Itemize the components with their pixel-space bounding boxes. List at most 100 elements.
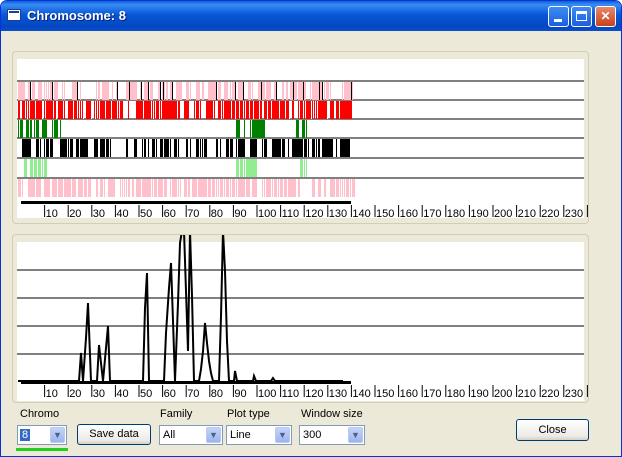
track-plot[interactable]: 10 20 30 40 50 60 70 80 90 100 110 120 130 140 150 160 1… xyxy=(13,52,607,223)
track-segment xyxy=(50,139,52,157)
track-segment xyxy=(170,139,171,157)
track-segment xyxy=(62,179,63,197)
track-segment xyxy=(344,179,345,197)
close-icon: ✕ xyxy=(600,9,611,23)
track-segment xyxy=(348,179,349,197)
track-segment xyxy=(244,179,245,197)
track-segment xyxy=(108,139,109,157)
chevron-down-icon[interactable]: ▼ xyxy=(275,427,290,443)
close-window-button[interactable]: ✕ xyxy=(595,6,616,27)
family-select[interactable]: All ▼ xyxy=(159,425,223,445)
track-segment xyxy=(226,179,229,197)
track-segment xyxy=(60,101,63,119)
track-segment xyxy=(112,101,114,119)
x-tick-label: 70 xyxy=(187,208,199,220)
maximize-button[interactable] xyxy=(571,6,592,27)
chevron-down-icon[interactable]: ▼ xyxy=(206,427,221,443)
x-tick-label: 80 xyxy=(211,388,223,400)
track-segment xyxy=(282,82,284,100)
track-segment xyxy=(160,82,161,100)
x-tick-label: 40 xyxy=(116,388,128,400)
track-segment xyxy=(46,139,49,157)
x-tick-label: 220 xyxy=(541,208,559,220)
track-segment xyxy=(248,179,250,197)
chevron-down-icon[interactable]: ▼ xyxy=(50,427,65,443)
save-data-button[interactable]: Save data xyxy=(77,424,151,445)
track-segment xyxy=(102,101,104,119)
track-segment xyxy=(156,101,158,119)
track-segment xyxy=(96,179,98,197)
track-segment xyxy=(154,179,157,197)
track-segment xyxy=(228,101,230,119)
track-segment xyxy=(166,139,168,157)
track-segment xyxy=(186,139,188,157)
x-tick-label: 70 xyxy=(187,388,199,400)
track-segment xyxy=(226,139,229,157)
track-segment xyxy=(164,82,165,100)
track-segment xyxy=(319,82,320,100)
track-segment xyxy=(122,179,123,197)
track-segment xyxy=(292,179,294,197)
track-segment xyxy=(220,139,221,157)
track-segment xyxy=(314,82,316,100)
track-segment xyxy=(344,139,346,157)
window-size-select[interactable]: 300 ▼ xyxy=(299,425,365,445)
density-plot[interactable]: 10 20 30 40 50 60 70 80 90 100 110 120 130 140 150 160 1… xyxy=(13,230,607,402)
track-segment xyxy=(192,179,194,197)
track-segment xyxy=(141,82,142,100)
track-segment xyxy=(48,101,50,119)
track-segment xyxy=(328,139,330,157)
track-segment xyxy=(152,179,153,197)
track-segment xyxy=(180,82,182,100)
track-segment xyxy=(18,82,20,100)
track-segment xyxy=(243,82,244,100)
track-segment xyxy=(256,120,258,138)
x-tick-label: 130 xyxy=(329,208,347,220)
x-tick-label: 10 xyxy=(46,388,58,400)
track-segment xyxy=(286,82,288,100)
track-segment xyxy=(351,82,352,100)
track-segment xyxy=(18,101,20,119)
track-segment xyxy=(78,179,80,197)
track-segment xyxy=(184,101,186,119)
track-segment xyxy=(250,159,252,177)
track-segment xyxy=(318,139,320,157)
chevron-down-icon[interactable]: ▼ xyxy=(348,427,363,443)
track-segment xyxy=(112,82,113,100)
track-segment xyxy=(304,101,305,119)
track-segment xyxy=(26,101,27,119)
track-segment xyxy=(236,179,237,197)
plot-type-select[interactable]: Line ▼ xyxy=(226,425,292,445)
track-segment xyxy=(134,139,136,157)
track-segment xyxy=(32,101,34,119)
track-segment xyxy=(324,82,325,100)
track-segment xyxy=(134,82,136,100)
track-segment xyxy=(188,101,189,119)
track-segment xyxy=(235,101,236,119)
close-button[interactable]: Close xyxy=(516,419,589,441)
track-segment xyxy=(52,101,53,119)
track-segment xyxy=(212,179,215,197)
track-segment xyxy=(44,120,47,138)
track-segment xyxy=(158,179,160,197)
track-segment xyxy=(40,179,41,197)
track-segment xyxy=(292,101,294,119)
track-segment xyxy=(156,139,157,157)
track-segment xyxy=(289,101,290,119)
track-segment xyxy=(176,179,177,197)
track-segment xyxy=(166,82,168,100)
track-segment xyxy=(314,101,315,119)
track-segment xyxy=(244,120,245,138)
track-segment xyxy=(154,101,155,119)
title-bar[interactable]: Chromosome: 8 ✕ xyxy=(1,1,621,31)
track-segment xyxy=(184,179,187,197)
minimize-button[interactable] xyxy=(548,6,569,27)
track-segment xyxy=(178,101,180,119)
track-segment xyxy=(276,82,277,100)
track-segment xyxy=(146,82,148,100)
track-segment xyxy=(18,179,21,197)
x-tick-label: 180 xyxy=(447,388,465,400)
track-segment xyxy=(70,139,73,157)
chromo-select[interactable]: 8 ▼ xyxy=(17,425,67,445)
track-segment xyxy=(208,179,211,197)
